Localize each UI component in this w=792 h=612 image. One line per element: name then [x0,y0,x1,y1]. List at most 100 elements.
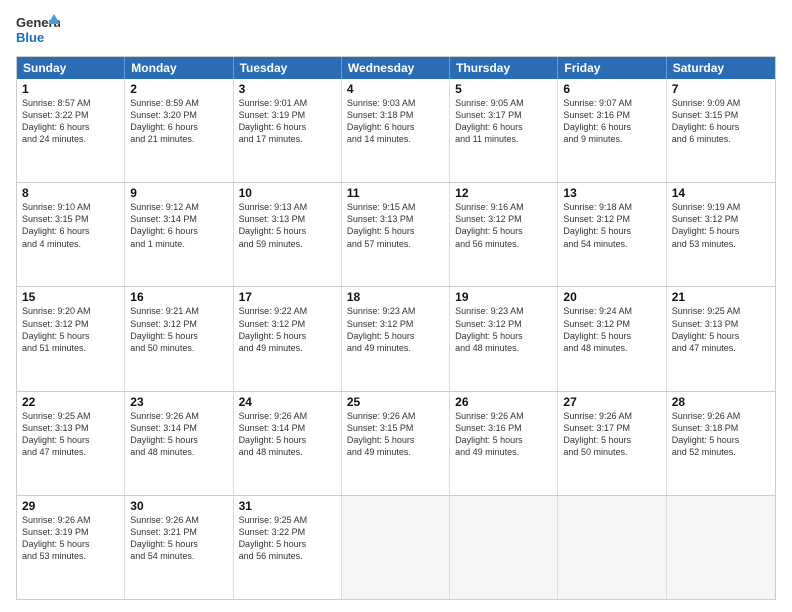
cell-info: Sunrise: 9:01 AM Sunset: 3:19 PM Dayligh… [239,97,336,146]
logo: General Blue [16,12,60,48]
day-number: 21 [672,290,770,304]
calendar: SundayMondayTuesdayWednesdayThursdayFrid… [16,56,776,600]
calendar-cell: 5Sunrise: 9:05 AM Sunset: 3:17 PM Daylig… [450,79,558,182]
calendar-row: 1Sunrise: 8:57 AM Sunset: 3:22 PM Daylig… [17,79,775,182]
cell-info: Sunrise: 9:07 AM Sunset: 3:16 PM Dayligh… [563,97,660,146]
cell-info: Sunrise: 9:15 AM Sunset: 3:13 PM Dayligh… [347,201,444,250]
day-number: 24 [239,395,336,409]
day-number: 25 [347,395,444,409]
calendar-row: 22Sunrise: 9:25 AM Sunset: 3:13 PM Dayli… [17,391,775,495]
calendar-header: SundayMondayTuesdayWednesdayThursdayFrid… [17,57,775,79]
calendar-cell: 21Sunrise: 9:25 AM Sunset: 3:13 PM Dayli… [667,287,775,390]
calendar-cell [450,496,558,599]
calendar-cell: 18Sunrise: 9:23 AM Sunset: 3:12 PM Dayli… [342,287,450,390]
cell-info: Sunrise: 9:26 AM Sunset: 3:14 PM Dayligh… [239,410,336,459]
cell-info: Sunrise: 9:23 AM Sunset: 3:12 PM Dayligh… [455,305,552,354]
cell-info: Sunrise: 8:59 AM Sunset: 3:20 PM Dayligh… [130,97,227,146]
cell-info: Sunrise: 9:10 AM Sunset: 3:15 PM Dayligh… [22,201,119,250]
cell-info: Sunrise: 9:18 AM Sunset: 3:12 PM Dayligh… [563,201,660,250]
day-number: 5 [455,82,552,96]
cell-info: Sunrise: 9:25 AM Sunset: 3:13 PM Dayligh… [672,305,770,354]
day-number: 1 [22,82,119,96]
cell-info: Sunrise: 9:26 AM Sunset: 3:15 PM Dayligh… [347,410,444,459]
cell-info: Sunrise: 9:26 AM Sunset: 3:17 PM Dayligh… [563,410,660,459]
cell-info: Sunrise: 9:24 AM Sunset: 3:12 PM Dayligh… [563,305,660,354]
calendar-body: 1Sunrise: 8:57 AM Sunset: 3:22 PM Daylig… [17,79,775,599]
cal-header-day: Monday [125,57,233,79]
cell-info: Sunrise: 9:26 AM Sunset: 3:19 PM Dayligh… [22,514,119,563]
day-number: 3 [239,82,336,96]
day-number: 16 [130,290,227,304]
cell-info: Sunrise: 9:25 AM Sunset: 3:22 PM Dayligh… [239,514,336,563]
calendar-cell [342,496,450,599]
calendar-cell: 26Sunrise: 9:26 AM Sunset: 3:16 PM Dayli… [450,392,558,495]
cal-header-day: Sunday [17,57,125,79]
calendar-cell: 3Sunrise: 9:01 AM Sunset: 3:19 PM Daylig… [234,79,342,182]
day-number: 18 [347,290,444,304]
cell-info: Sunrise: 9:22 AM Sunset: 3:12 PM Dayligh… [239,305,336,354]
cell-info: Sunrise: 9:26 AM Sunset: 3:14 PM Dayligh… [130,410,227,459]
day-number: 30 [130,499,227,513]
cell-info: Sunrise: 9:20 AM Sunset: 3:12 PM Dayligh… [22,305,119,354]
calendar-cell: 2Sunrise: 8:59 AM Sunset: 3:20 PM Daylig… [125,79,233,182]
calendar-cell: 16Sunrise: 9:21 AM Sunset: 3:12 PM Dayli… [125,287,233,390]
day-number: 20 [563,290,660,304]
cell-info: Sunrise: 9:16 AM Sunset: 3:12 PM Dayligh… [455,201,552,250]
calendar-cell: 20Sunrise: 9:24 AM Sunset: 3:12 PM Dayli… [558,287,666,390]
calendar-cell: 14Sunrise: 9:19 AM Sunset: 3:12 PM Dayli… [667,183,775,286]
cell-info: Sunrise: 9:05 AM Sunset: 3:17 PM Dayligh… [455,97,552,146]
day-number: 17 [239,290,336,304]
day-number: 15 [22,290,119,304]
day-number: 13 [563,186,660,200]
day-number: 22 [22,395,119,409]
cell-info: Sunrise: 9:09 AM Sunset: 3:15 PM Dayligh… [672,97,770,146]
calendar-cell: 23Sunrise: 9:26 AM Sunset: 3:14 PM Dayli… [125,392,233,495]
day-number: 27 [563,395,660,409]
day-number: 2 [130,82,227,96]
calendar-cell: 9Sunrise: 9:12 AM Sunset: 3:14 PM Daylig… [125,183,233,286]
day-number: 12 [455,186,552,200]
day-number: 29 [22,499,119,513]
calendar-cell: 17Sunrise: 9:22 AM Sunset: 3:12 PM Dayli… [234,287,342,390]
cell-info: Sunrise: 8:57 AM Sunset: 3:22 PM Dayligh… [22,97,119,146]
cell-info: Sunrise: 9:26 AM Sunset: 3:21 PM Dayligh… [130,514,227,563]
svg-text:Blue: Blue [16,30,44,45]
calendar-cell: 1Sunrise: 8:57 AM Sunset: 3:22 PM Daylig… [17,79,125,182]
calendar-row: 29Sunrise: 9:26 AM Sunset: 3:19 PM Dayli… [17,495,775,599]
cell-info: Sunrise: 9:03 AM Sunset: 3:18 PM Dayligh… [347,97,444,146]
calendar-cell: 11Sunrise: 9:15 AM Sunset: 3:13 PM Dayli… [342,183,450,286]
header: General Blue [16,12,776,48]
calendar-cell: 10Sunrise: 9:13 AM Sunset: 3:13 PM Dayli… [234,183,342,286]
calendar-cell: 31Sunrise: 9:25 AM Sunset: 3:22 PM Dayli… [234,496,342,599]
calendar-cell: 6Sunrise: 9:07 AM Sunset: 3:16 PM Daylig… [558,79,666,182]
cal-header-day: Friday [558,57,666,79]
cell-info: Sunrise: 9:12 AM Sunset: 3:14 PM Dayligh… [130,201,227,250]
day-number: 9 [130,186,227,200]
calendar-cell: 7Sunrise: 9:09 AM Sunset: 3:15 PM Daylig… [667,79,775,182]
cal-header-day: Thursday [450,57,558,79]
calendar-cell: 22Sunrise: 9:25 AM Sunset: 3:13 PM Dayli… [17,392,125,495]
calendar-cell: 24Sunrise: 9:26 AM Sunset: 3:14 PM Dayli… [234,392,342,495]
calendar-cell [667,496,775,599]
cell-info: Sunrise: 9:25 AM Sunset: 3:13 PM Dayligh… [22,410,119,459]
cal-header-day: Tuesday [234,57,342,79]
day-number: 26 [455,395,552,409]
calendar-cell: 12Sunrise: 9:16 AM Sunset: 3:12 PM Dayli… [450,183,558,286]
day-number: 8 [22,186,119,200]
day-number: 4 [347,82,444,96]
calendar-cell: 19Sunrise: 9:23 AM Sunset: 3:12 PM Dayli… [450,287,558,390]
cell-info: Sunrise: 9:23 AM Sunset: 3:12 PM Dayligh… [347,305,444,354]
calendar-cell: 13Sunrise: 9:18 AM Sunset: 3:12 PM Dayli… [558,183,666,286]
calendar-cell: 29Sunrise: 9:26 AM Sunset: 3:19 PM Dayli… [17,496,125,599]
day-number: 28 [672,395,770,409]
calendar-row: 15Sunrise: 9:20 AM Sunset: 3:12 PM Dayli… [17,286,775,390]
day-number: 19 [455,290,552,304]
calendar-cell: 30Sunrise: 9:26 AM Sunset: 3:21 PM Dayli… [125,496,233,599]
cell-info: Sunrise: 9:13 AM Sunset: 3:13 PM Dayligh… [239,201,336,250]
cell-info: Sunrise: 9:26 AM Sunset: 3:16 PM Dayligh… [455,410,552,459]
calendar-row: 8Sunrise: 9:10 AM Sunset: 3:15 PM Daylig… [17,182,775,286]
calendar-cell: 4Sunrise: 9:03 AM Sunset: 3:18 PM Daylig… [342,79,450,182]
day-number: 10 [239,186,336,200]
calendar-cell: 25Sunrise: 9:26 AM Sunset: 3:15 PM Dayli… [342,392,450,495]
day-number: 11 [347,186,444,200]
